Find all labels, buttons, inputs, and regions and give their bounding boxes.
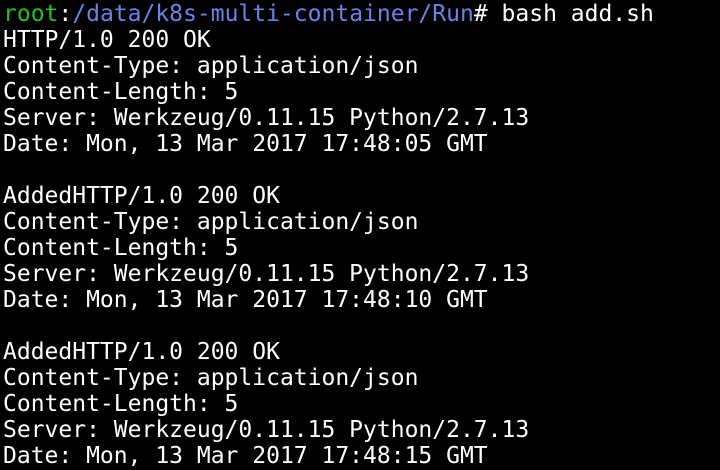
prompt-separator: :	[58, 1, 73, 27]
output-line: Content-Type: application/json	[3, 53, 419, 79]
output-line: HTTP/1.0 200 OK	[3, 27, 211, 53]
output-line: Content-Type: application/json	[3, 365, 419, 391]
output-blank-line	[3, 313, 720, 339]
output-line: Server: Werkzeug/0.11.15 Python/2.7.13	[3, 261, 530, 287]
command-prompt-line: root:/data/k8s-multi-container/Run# bash…	[3, 1, 720, 27]
prompt-command: bash add.sh	[487, 1, 654, 27]
output-line: Content-Length: 5	[3, 235, 239, 261]
output-blank-line	[3, 157, 720, 183]
output-line: AddedHTTP/1.0 200 OK	[3, 339, 280, 365]
output-line: Content-Type: application/json	[3, 209, 419, 235]
output-line: AddedHTTP/1.0 200 OK	[3, 183, 280, 209]
terminal-window[interactable]: root:/data/k8s-multi-container/Run# bash…	[0, 0, 720, 470]
output-line: Content-Length: 5	[3, 79, 239, 105]
output-line: Server: Werkzeug/0.11.15 Python/2.7.13	[3, 417, 530, 443]
output-line: Server: Werkzeug/0.11.15 Python/2.7.13	[3, 105, 530, 131]
prompt-user: root	[3, 1, 59, 27]
output-line: Date: Mon, 13 Mar 2017 17:48:05 GMT	[3, 131, 488, 157]
prompt-path: /data/k8s-multi-container/Run	[72, 1, 474, 27]
output-line: Content-Length: 5	[3, 391, 239, 417]
output-line: Date: Mon, 13 Mar 2017 17:48:10 GMT	[3, 287, 488, 313]
output-line: Date: Mon, 13 Mar 2017 17:48:15 GMT	[3, 443, 488, 469]
prompt-symbol: #	[473, 1, 488, 27]
